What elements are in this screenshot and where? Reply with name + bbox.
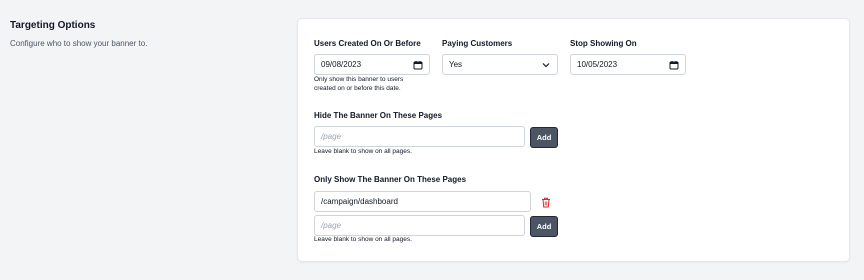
only-show-page-entry[interactable]: /campaign/dashboard	[314, 191, 531, 212]
calendar-icon[interactable]	[669, 60, 679, 70]
users-created-help-line2: created on or before this date.	[314, 85, 401, 92]
section-intro: Targeting Options Configure who to show …	[10, 20, 147, 48]
only-show-pages-help: Leave blank to show on all pages.	[314, 236, 412, 243]
users-created-help-line1: Only show this banner to users	[314, 76, 404, 83]
stop-showing-date-input[interactable]: 10/05/2023	[570, 54, 686, 75]
stop-showing-label: Stop Showing On	[570, 39, 637, 48]
targeting-card: Users Created On Or Before 09/08/2023 On…	[297, 18, 850, 262]
hide-pages-add-button[interactable]: Add	[530, 127, 558, 148]
paying-customers-value: Yes	[449, 60, 463, 69]
stop-showing-value: 10/05/2023	[577, 60, 618, 69]
chevron-down-icon	[542, 62, 550, 67]
hide-pages-label: Hide The Banner On These Pages	[314, 111, 443, 120]
only-show-pages-add-button[interactable]: Add	[530, 216, 558, 237]
users-created-date-input[interactable]: 09/08/2023	[314, 54, 430, 75]
trash-icon	[542, 197, 550, 207]
targeting-options-page: Targeting Options Configure who to show …	[0, 0, 864, 280]
hide-pages-help: Leave blank to show on all pages.	[314, 148, 412, 155]
section-description: Configure who to show your banner to.	[10, 39, 148, 48]
only-show-pages-placeholder: /page	[321, 221, 342, 230]
only-show-pages-label: Only Show The Banner On These Pages	[314, 175, 467, 184]
section-title: Targeting Options	[10, 20, 96, 31]
hide-pages-placeholder: /page	[321, 132, 342, 141]
calendar-icon[interactable]	[413, 60, 423, 70]
users-created-help: Only show this banner to users created o…	[314, 75, 403, 93]
only-show-page-entry-value: /campaign/dashboard	[321, 197, 398, 206]
users-created-label: Users Created On Or Before	[314, 39, 421, 48]
delete-entry-button[interactable]	[540, 196, 552, 208]
hide-pages-input[interactable]: /page	[314, 126, 525, 147]
users-created-value: 09/08/2023	[321, 60, 362, 69]
paying-customers-select[interactable]: Yes	[442, 54, 558, 75]
paying-customers-label: Paying Customers	[442, 39, 513, 48]
only-show-pages-input[interactable]: /page	[314, 215, 525, 236]
